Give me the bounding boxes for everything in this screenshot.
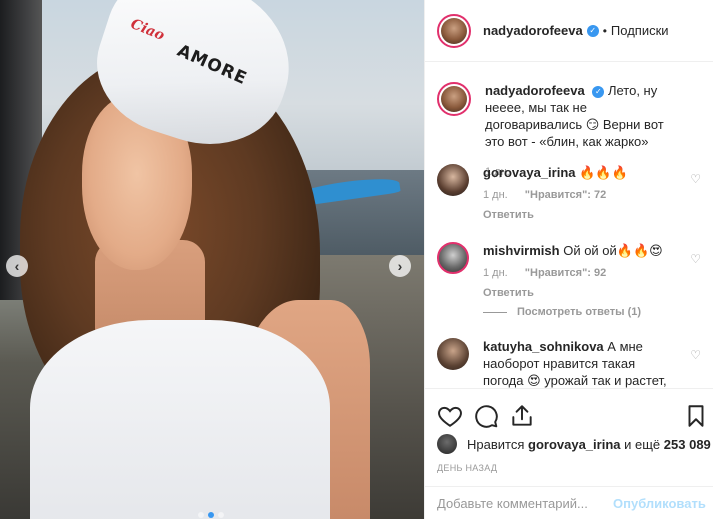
heart-icon[interactable] bbox=[437, 403, 463, 429]
reply-button[interactable]: Ответить bbox=[483, 285, 673, 302]
post-photo[interactable]: Ciao AMORE ‹ › bbox=[0, 0, 424, 519]
view-replies-label: Посмотреть ответы (1) bbox=[517, 306, 642, 318]
list-item: mishvirmish Ой ой ой🔥🔥😍 1 дн. "Нравится"… bbox=[437, 242, 707, 302]
carousel-dots bbox=[198, 512, 224, 518]
view-replies-button[interactable]: Посмотреть ответы (1) bbox=[483, 306, 641, 318]
avatar bbox=[437, 434, 457, 454]
comment-body: mishvirmish Ой ой ой🔥🔥😍 1 дн. "Нравится"… bbox=[483, 242, 673, 302]
comment-body: katuyha_sohnikova А мне наоборот нравитс… bbox=[483, 338, 673, 388]
comment-username[interactable]: mishvirmish bbox=[483, 243, 560, 258]
avatar[interactable] bbox=[437, 13, 471, 48]
comment-meta: 1 дн. "Нравится": 92 bbox=[483, 265, 673, 282]
avatar[interactable] bbox=[437, 242, 469, 274]
carousel-dot-active bbox=[208, 512, 214, 518]
chevron-right-icon[interactable]: › bbox=[389, 255, 411, 277]
follow-button[interactable]: Подписки bbox=[611, 23, 669, 38]
add-comment-bar: Опубликовать bbox=[425, 486, 713, 519]
comment-body: gorovaya_irina 🔥🔥🔥 1 дн. "Нравится": 72 … bbox=[483, 164, 673, 224]
photo-white-top bbox=[30, 320, 330, 519]
comment-likes[interactable]: "Нравится": 92 bbox=[525, 267, 606, 279]
comment-text: 🔥🔥🔥 bbox=[579, 165, 628, 180]
comment-text: Ой ой ой🔥🔥😍 bbox=[563, 243, 663, 258]
list-item: katuyha_sohnikova А мне наоборот нравитс… bbox=[437, 338, 707, 388]
list-item: gorovaya_irina 🔥🔥🔥 1 дн. "Нравится": 72 … bbox=[437, 164, 707, 224]
comment-icon[interactable] bbox=[473, 403, 499, 429]
comment-time: 1 дн. bbox=[483, 189, 508, 201]
header-username[interactable]: nadyadorofeeva bbox=[483, 23, 583, 38]
share-icon[interactable] bbox=[509, 403, 535, 429]
verified-badge-icon: ✓ bbox=[586, 24, 599, 37]
replies-divider bbox=[483, 311, 507, 313]
comment-username[interactable]: gorovaya_irina bbox=[483, 165, 576, 180]
post-side-panel: nadyadorofeeva ✓ • Подписки nadyadorofee… bbox=[424, 0, 713, 519]
post-header: nadyadorofeeva ✓ • Подписки bbox=[425, 0, 713, 62]
heart-icon[interactable]: ♡ bbox=[690, 172, 701, 186]
heart-icon[interactable]: ♡ bbox=[690, 252, 701, 266]
comment-meta: 1 дн. "Нравится": 72 bbox=[483, 187, 673, 204]
avatar[interactable] bbox=[437, 82, 471, 116]
comments-list[interactable]: nadyadorofeeva ✓ Лето, ну нееее, мы так … bbox=[425, 62, 713, 388]
carousel-dot bbox=[198, 512, 204, 518]
comment-username[interactable]: katuyha_sohnikova bbox=[483, 339, 604, 354]
carousel-dot bbox=[218, 512, 224, 518]
post-timestamp: ДЕНЬ НАЗАД bbox=[437, 463, 498, 473]
likes-user[interactable]: gorovaya_irina bbox=[528, 437, 621, 452]
chevron-left-icon[interactable]: ‹ bbox=[6, 255, 28, 277]
bookmark-icon[interactable] bbox=[683, 403, 709, 429]
likes-summary[interactable]: Нравится gorovaya_irina и ещё 253 089 bbox=[437, 434, 711, 454]
likes-count[interactable]: 253 089 bbox=[664, 437, 711, 452]
verified-badge-icon: ✓ bbox=[592, 85, 605, 98]
caption-username[interactable]: nadyadorofeeva bbox=[485, 83, 585, 98]
likes-prefix: Нравится bbox=[467, 436, 525, 452]
publish-button[interactable]: Опубликовать bbox=[613, 496, 706, 511]
comment-input[interactable] bbox=[437, 495, 613, 511]
header-separator: • bbox=[602, 23, 607, 38]
likes-suffix: и ещё bbox=[624, 436, 661, 452]
comment-likes[interactable]: "Нравится": 72 bbox=[525, 189, 606, 201]
heart-icon[interactable]: ♡ bbox=[690, 348, 701, 362]
avatar[interactable] bbox=[437, 338, 469, 370]
reply-button[interactable]: Ответить bbox=[483, 207, 673, 224]
avatar[interactable] bbox=[437, 164, 469, 196]
comment-time: 1 дн. bbox=[483, 267, 508, 279]
